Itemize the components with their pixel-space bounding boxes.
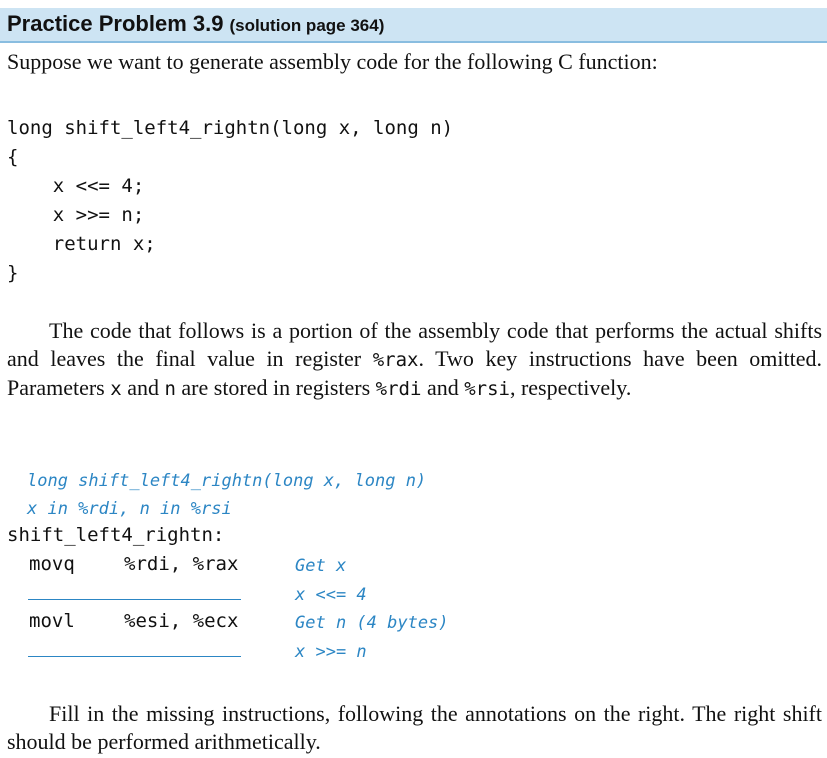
paragraph-text: , respectively. <box>509 375 632 400</box>
intro-text: Suppose we want to generate assembly cod… <box>7 49 658 74</box>
register-rdi: %rdi <box>375 378 422 400</box>
asm-params-comment: x in %rdi, n in %rsi <box>27 499 232 519</box>
param-x: x <box>110 378 122 400</box>
c-code-line: return x; <box>7 233 156 255</box>
register-rax: %rax <box>372 349 419 371</box>
c-code-line: } <box>7 262 19 284</box>
register-rsi: %rsi <box>464 378 510 400</box>
c-code-line: x >>= n; <box>7 204 145 226</box>
asm-args: %esi, %ecx <box>124 610 239 632</box>
description-paragraph: The code that follows is a portion of th… <box>7 317 822 403</box>
problem-header: Practice Problem 3.9 (solution page 364) <box>0 8 827 43</box>
asm-label: shift_left4_rightn: <box>7 524 225 546</box>
problem-title-text: Practice Problem 3.9 <box>7 11 224 36</box>
closing-paragraph: Fill in the missing instructions, follow… <box>7 701 822 754</box>
c-code-line: { <box>7 146 19 168</box>
blank-instruction-line[interactable] <box>28 656 241 657</box>
blank-instruction-line[interactable] <box>28 599 241 600</box>
paragraph-text: are stored in registers <box>175 375 376 400</box>
asm-row-comment: Get x <box>295 556 347 576</box>
problem-title: Practice Problem 3.9 (solution page 364) <box>7 11 384 37</box>
asm-row-comment: x <<= 4 <box>295 585 367 605</box>
asm-op-movq: movq <box>29 553 75 575</box>
solution-page-reference: (solution page 364) <box>229 16 385 35</box>
asm-args: %rdi, %rax <box>124 553 239 575</box>
param-n: n <box>164 378 176 400</box>
asm-op-movl: movl <box>29 610 75 632</box>
paragraph-text: and <box>121 375 165 400</box>
paragraph-text: and <box>421 375 465 400</box>
asm-row-comment: x >>= n <box>295 642 367 662</box>
asm-signature-comment: long shift_left4_rightn(long x, long n) <box>27 471 427 491</box>
c-code-line: x <<= 4; <box>7 175 145 197</box>
c-code-line: long shift_left4_rightn(long x, long n) <box>7 117 454 139</box>
asm-row-comment: Get n (4 bytes) <box>295 613 449 633</box>
c-code-block: long shift_left4_rightn(long x, long n) {… <box>7 114 453 288</box>
